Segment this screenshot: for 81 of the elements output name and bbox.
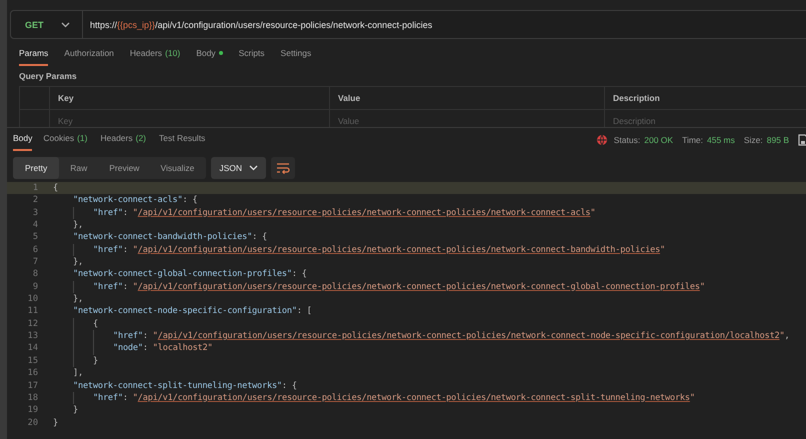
view-mode-tab[interactable]: Preview — [98, 157, 150, 179]
code-link[interactable]: /api/v1/configuration/users/resource-policies/network-connect-policies/network-connect-acls — [138, 206, 590, 220]
format-dropdown[interactable]: JSON — [211, 157, 266, 179]
line-number: 19 — [26, 404, 38, 417]
code-line: "href": "/api/v1/configuration/users/resource-policies/network-connect-policies/network-connect-split-tunneling-networks" — [53, 392, 695, 404]
code-line: } — [53, 416, 58, 429]
column-header: Description — [613, 93, 660, 103]
method-dropdown[interactable]: GET — [11, 11, 83, 38]
code-line: }, — [72, 219, 83, 232]
line-number: 20 — [26, 416, 38, 429]
line-number: 15 — [26, 354, 38, 368]
code-link[interactable]: /api/v1/configuration/users/resource-policies/network-connect-policies/network-connect-split-tunneling-networks — [138, 392, 690, 404]
save-icon — [798, 134, 806, 146]
request-tab[interactable]: Headers (10) — [130, 48, 190, 66]
status-label: Time: — [682, 134, 703, 144]
status-value: 895 B — [766, 134, 789, 144]
code-line: }, — [72, 293, 83, 306]
code-line: "network-connect-acls": { — [72, 194, 198, 207]
code-line: { — [53, 182, 58, 194]
column-header: Key — [58, 93, 74, 103]
chevron-down-icon — [249, 165, 258, 171]
wrap-lines-button[interactable] — [271, 157, 295, 179]
line-number: 2 — [32, 194, 38, 207]
code-link[interactable]: /api/v1/configuration/users/resource-policies/network-connect-policies/network-connect-node-specific-configuration/localhost2 — [158, 330, 780, 342]
line-number: 9 — [32, 280, 38, 294]
code-line: "href": "/api/v1/configuration/users/resource-policies/network-connect-policies/network-connect-bandwidth-policies" — [53, 244, 666, 256]
code-line: { — [53, 318, 98, 330]
table-input-field[interactable]: Description — [613, 116, 733, 126]
status-value: 455 ms — [707, 134, 735, 144]
table-input-field[interactable]: Key — [58, 116, 178, 126]
url-field[interactable]: https://{{pcs_ip}}/api/v1/configuration/users/resource-policies/network-connect-policies — [83, 20, 432, 30]
code-line: "href": "/api/v1/configuration/users/resource-policies/network-connect-policies/network-connect-node-specific-configuration/localhost2", — [53, 330, 790, 342]
request-tab[interactable]: Params — [19, 48, 48, 66]
response-tab[interactable]: Body — [13, 132, 32, 150]
response-tab[interactable]: Cookies (1) — [43, 132, 96, 150]
code-line: "network-connect-global-connection-profiles": { — [72, 268, 307, 281]
code-link[interactable]: /api/v1/configuration/users/resource-policies/network-connect-policies/network-connect-global-connection-profiles — [138, 280, 700, 294]
line-number: 13 — [26, 330, 38, 342]
globe-icon — [596, 134, 608, 146]
request-tab[interactable]: Scripts — [238, 48, 274, 66]
code-line: "network-connect-node-specific-configuration": [ — [72, 305, 312, 318]
line-number: 18 — [26, 392, 38, 404]
code-line: "network-connect-split-tunneling-networks": { — [72, 380, 297, 392]
request-tab[interactable]: Settings — [280, 48, 320, 66]
column-header: Value — [338, 93, 360, 103]
line-number: 11 — [26, 305, 38, 318]
code-line: } — [53, 354, 98, 368]
wrap-lines-icon — [276, 162, 290, 174]
code-line: "network-connect-bandwidth-policies": { — [72, 231, 267, 244]
table-input-field[interactable]: Value — [338, 116, 458, 126]
line-number: 1 — [32, 182, 38, 194]
view-mode-tab[interactable]: Raw — [59, 157, 98, 179]
status-label: Status: — [614, 134, 640, 144]
request-tab[interactable]: Authorization — [64, 48, 123, 66]
line-number: 7 — [32, 256, 38, 268]
line-number: 10 — [26, 293, 38, 306]
line-number: 4 — [32, 219, 38, 232]
request-tab[interactable]: Body — [196, 48, 232, 66]
code-line: "node": "localhost2" — [53, 342, 212, 355]
code-link[interactable]: /api/v1/configuration/users/resource-policies/network-connect-policies/network-connect-bandwidth-policies — [138, 244, 660, 256]
line-number: 16 — [26, 367, 38, 380]
line-number: 8 — [32, 268, 38, 281]
status-value: 200 OK — [644, 134, 674, 144]
line-number: 5 — [32, 231, 38, 244]
line-number: 14 — [26, 342, 38, 355]
view-mode-tab[interactable]: Visualize — [150, 157, 206, 179]
section-title: Query Params — [19, 71, 77, 81]
line-number: 17 — [26, 380, 38, 392]
code-line: "href": "/api/v1/configuration/users/resource-policies/network-connect-policies/network-connect-global-connection-profiles" — [53, 280, 705, 294]
line-number: 6 — [32, 244, 38, 256]
code-line: ], — [72, 367, 83, 380]
status-label: Size: — [744, 134, 763, 144]
code-line: }, — [72, 256, 83, 268]
line-number: 12 — [26, 318, 38, 330]
line-number: 3 — [32, 206, 38, 220]
code-line: "href": "/api/v1/configuration/users/resource-policies/network-connect-policies/network-connect-acls" — [53, 206, 596, 220]
response-tab[interactable]: Test Results — [159, 132, 214, 150]
view-mode-tab[interactable]: Pretty — [13, 157, 60, 179]
response-tab[interactable]: Headers (2) — [100, 132, 156, 150]
code-line: } — [72, 404, 78, 417]
chevron-down-icon — [61, 22, 70, 28]
